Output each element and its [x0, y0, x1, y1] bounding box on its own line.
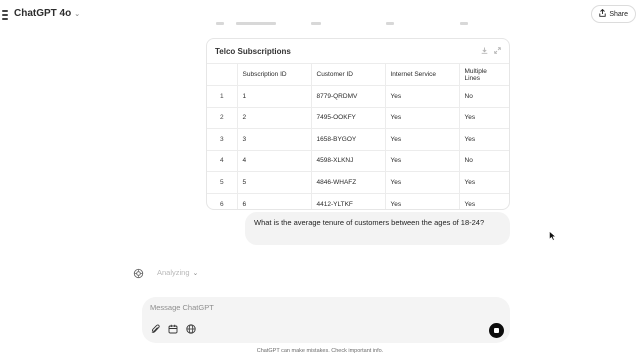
column-header[interactable]: Subscription ID	[237, 63, 312, 86]
stop-icon	[494, 328, 499, 333]
user-message-text: What is the average tenure of customers …	[254, 218, 485, 227]
table-cell: Yes	[459, 171, 509, 193]
user-message-bubble: What is the average tenure of customers …	[245, 212, 510, 245]
message-composer[interactable]: Message ChatGPT	[142, 297, 510, 343]
table-cell: 4846-WHAFZ	[311, 171, 386, 193]
message-input[interactable]: Message ChatGPT	[150, 303, 214, 312]
paperclip-icon[interactable]	[150, 324, 160, 334]
column-header[interactable]: Customer ID	[311, 63, 386, 86]
row-index-cell: 3	[207, 128, 238, 150]
column-header[interactable]: Multiple Lines	[459, 63, 509, 86]
table-cell: 8779-QRDMV	[311, 85, 386, 107]
table-cell: 1	[237, 85, 312, 107]
table-header-row: Subscription ID Customer ID Internet Ser…	[207, 63, 509, 86]
table-cell: Yes	[459, 106, 509, 129]
table-cell: 3	[237, 128, 312, 150]
table-row: 1 1 8779-QRDMV Yes No	[207, 85, 509, 107]
share-button[interactable]: Share	[591, 5, 636, 23]
table-row: 6 6 4412-YLTKF Yes Yes	[207, 192, 509, 209]
data-table-card: Telco Subscriptions Subscription ID Cust…	[206, 38, 510, 210]
model-name: ChatGPT 4o	[14, 8, 72, 19]
openai-logo-icon	[131, 266, 145, 280]
expand-icon[interactable]	[494, 46, 501, 56]
globe-icon[interactable]	[186, 324, 196, 334]
table-cell: No	[459, 149, 509, 172]
share-label: Share	[609, 10, 628, 18]
table-cell: No	[459, 85, 509, 107]
table-cell: Yes	[385, 149, 460, 172]
table-cell: 4598-XLKNJ	[311, 149, 386, 172]
sidebar-toggle-icon[interactable]	[0, 8, 10, 22]
analyzing-label: Analyzing	[157, 268, 190, 277]
previous-table-row	[206, 22, 510, 32]
table-cell: 2	[237, 106, 312, 129]
table-cell: 4	[237, 149, 312, 172]
table-cell: 1658-BYGOY	[311, 128, 386, 150]
row-index-cell: 2	[207, 106, 238, 129]
download-icon[interactable]	[481, 47, 488, 56]
table-cell: Yes	[385, 128, 460, 150]
table-row: 2 2 7495-OOKFY Yes Yes	[207, 106, 509, 129]
row-index-cell: 5	[207, 171, 238, 193]
table-cell: 7495-OOKFY	[311, 106, 386, 129]
table-cell: 4412-YLTKF	[311, 192, 386, 209]
mouse-cursor-icon	[549, 231, 557, 241]
table-row: 4 4 4598-XLKNJ Yes No	[207, 149, 509, 172]
subscriptions-table: Subscription ID Customer ID Internet Ser…	[207, 63, 509, 209]
table-title: Telco Subscriptions	[215, 46, 291, 56]
table-cell: 5	[237, 171, 312, 193]
share-icon	[599, 8, 606, 19]
row-index-cell: 6	[207, 192, 238, 209]
table-cell: Yes	[385, 171, 460, 193]
table-row: 3 3 1658-BYGOY Yes Yes	[207, 128, 509, 150]
table-cell: Yes	[459, 128, 509, 150]
table-cell: Yes	[385, 85, 460, 107]
table-cell: 6	[237, 192, 312, 209]
footer-disclaimer: ChatGPT can make mistakes. Check importa…	[256, 348, 384, 354]
row-index-cell: 4	[207, 149, 238, 172]
table-cell: Yes	[385, 192, 460, 209]
column-header[interactable]: Internet Service	[385, 63, 460, 86]
table-cell: Yes	[385, 106, 460, 129]
analyzing-status[interactable]: Analyzing ⌄	[157, 268, 198, 277]
column-header[interactable]	[207, 63, 238, 86]
tools-icon[interactable]	[168, 324, 178, 334]
chevron-down-icon: ⌄	[74, 10, 81, 18]
stop-button[interactable]	[489, 323, 504, 338]
model-selector[interactable]: ChatGPT 4o ⌄	[14, 8, 80, 19]
table-cell: Yes	[459, 192, 509, 209]
row-index-cell: 1	[207, 85, 238, 107]
chevron-down-icon: ⌄	[192, 269, 199, 277]
table-row: 5 5 4846-WHAFZ Yes Yes	[207, 171, 509, 193]
